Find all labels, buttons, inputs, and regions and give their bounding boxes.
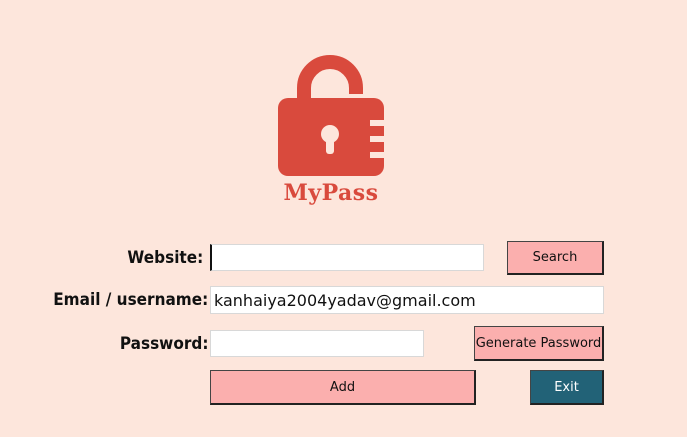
add-button[interactable]: Add bbox=[210, 370, 476, 405]
website-label: Website: bbox=[127, 248, 203, 268]
password-label: Password: bbox=[119, 334, 208, 354]
search-button[interactable]: Search bbox=[507, 241, 604, 275]
password-input[interactable] bbox=[210, 330, 424, 357]
email-username-input[interactable] bbox=[210, 286, 604, 314]
mypass-logo: MyPass bbox=[276, 54, 386, 208]
email-username-label: Email / username: bbox=[52, 290, 208, 310]
logo-wordmark: MyPass bbox=[283, 180, 379, 206]
website-input[interactable] bbox=[210, 244, 484, 271]
exit-button[interactable]: Exit bbox=[530, 370, 604, 405]
generate-password-button[interactable]: Generate Password bbox=[474, 326, 604, 361]
